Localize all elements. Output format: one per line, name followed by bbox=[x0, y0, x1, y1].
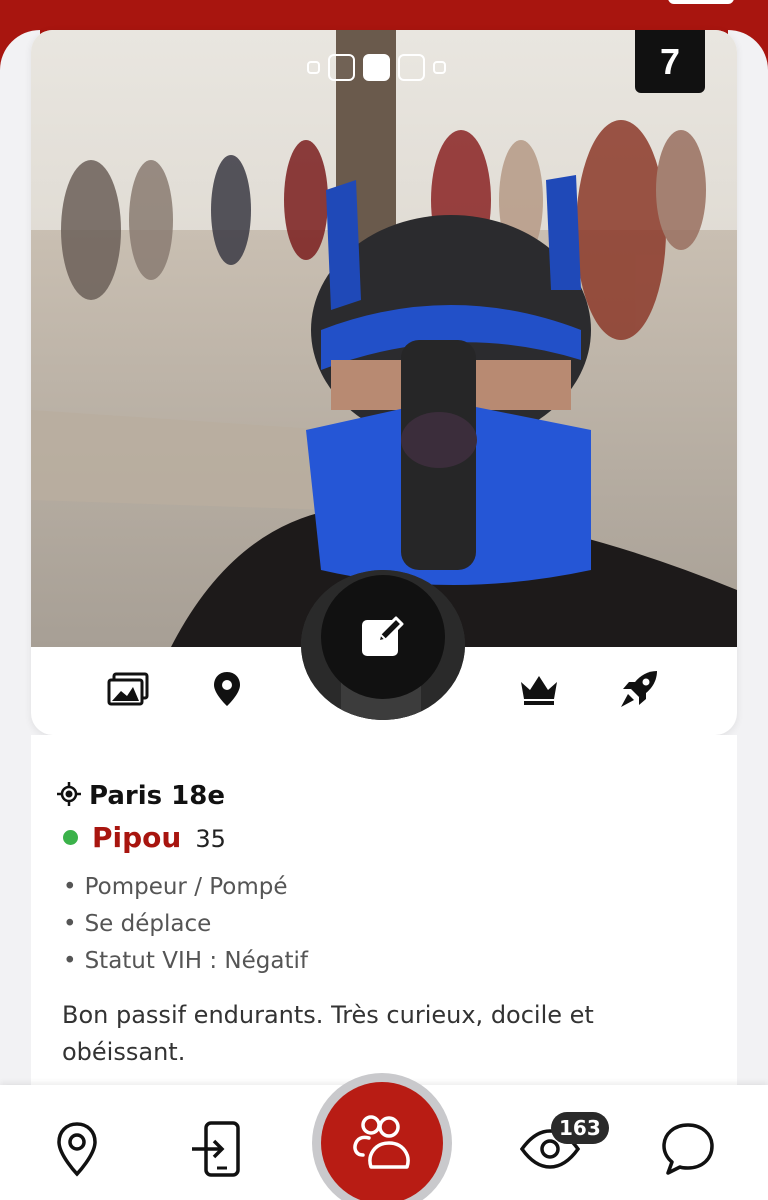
premium-button[interactable] bbox=[517, 669, 561, 713]
carousel-dot[interactable] bbox=[433, 61, 446, 74]
edit-icon bbox=[358, 610, 408, 664]
traits-list: Pompeur / Pompé Se déplace Statut VIH : … bbox=[63, 869, 308, 980]
map-pin-icon bbox=[55, 1121, 99, 1181]
map-pin-icon bbox=[213, 671, 241, 711]
edit-profile-button[interactable] bbox=[321, 575, 445, 699]
header-pill[interactable] bbox=[668, 0, 734, 4]
boost-button[interactable] bbox=[617, 669, 661, 713]
nav-messages[interactable] bbox=[658, 1121, 718, 1181]
trait-item: Se déplace bbox=[63, 906, 308, 943]
users-icon bbox=[349, 1111, 415, 1175]
profile-bio: Bon passif endurants. Très curieux, doci… bbox=[62, 1001, 594, 1066]
rocket-icon bbox=[619, 669, 659, 713]
nav-community-button[interactable] bbox=[312, 1073, 452, 1200]
carousel-dot-active[interactable] bbox=[363, 54, 390, 81]
bottom-nav: 163 bbox=[0, 1073, 768, 1200]
nav-map[interactable] bbox=[47, 1121, 107, 1181]
nav-login[interactable] bbox=[187, 1121, 247, 1181]
nav-community-inner bbox=[321, 1082, 443, 1200]
trait-item: Pompeur / Pompé bbox=[63, 869, 308, 906]
carousel-dot[interactable] bbox=[398, 54, 425, 81]
location-button[interactable] bbox=[205, 669, 249, 713]
profile-photo[interactable]: 7 bbox=[31, 30, 737, 647]
carousel-dot[interactable] bbox=[307, 61, 320, 74]
crosshair-icon bbox=[57, 782, 81, 810]
carousel-dot[interactable] bbox=[328, 54, 355, 81]
profile-age: 35 bbox=[195, 825, 226, 853]
location-row: Paris 18e bbox=[57, 781, 225, 811]
profile-info: Paris 18e Pipou 35 Pompeur / Pompé Se dé… bbox=[31, 735, 737, 1095]
photo-carousel-indicator[interactable] bbox=[307, 54, 446, 81]
views-count-badge: 163 bbox=[551, 1112, 609, 1144]
photo-count-badge: 7 bbox=[635, 30, 705, 93]
profile-name: Pipou bbox=[92, 821, 182, 854]
photos-button[interactable] bbox=[106, 669, 150, 713]
profile-card: 7 bbox=[31, 30, 737, 735]
name-row: Pipou 35 bbox=[63, 821, 226, 854]
trait-item: Statut VIH : Négatif bbox=[63, 943, 308, 980]
chat-icon bbox=[660, 1121, 716, 1181]
images-icon bbox=[107, 672, 149, 710]
location-label: Paris 18e bbox=[89, 781, 225, 811]
online-status-dot bbox=[63, 830, 78, 845]
phone-login-icon bbox=[192, 1121, 242, 1181]
crown-icon bbox=[519, 672, 559, 710]
